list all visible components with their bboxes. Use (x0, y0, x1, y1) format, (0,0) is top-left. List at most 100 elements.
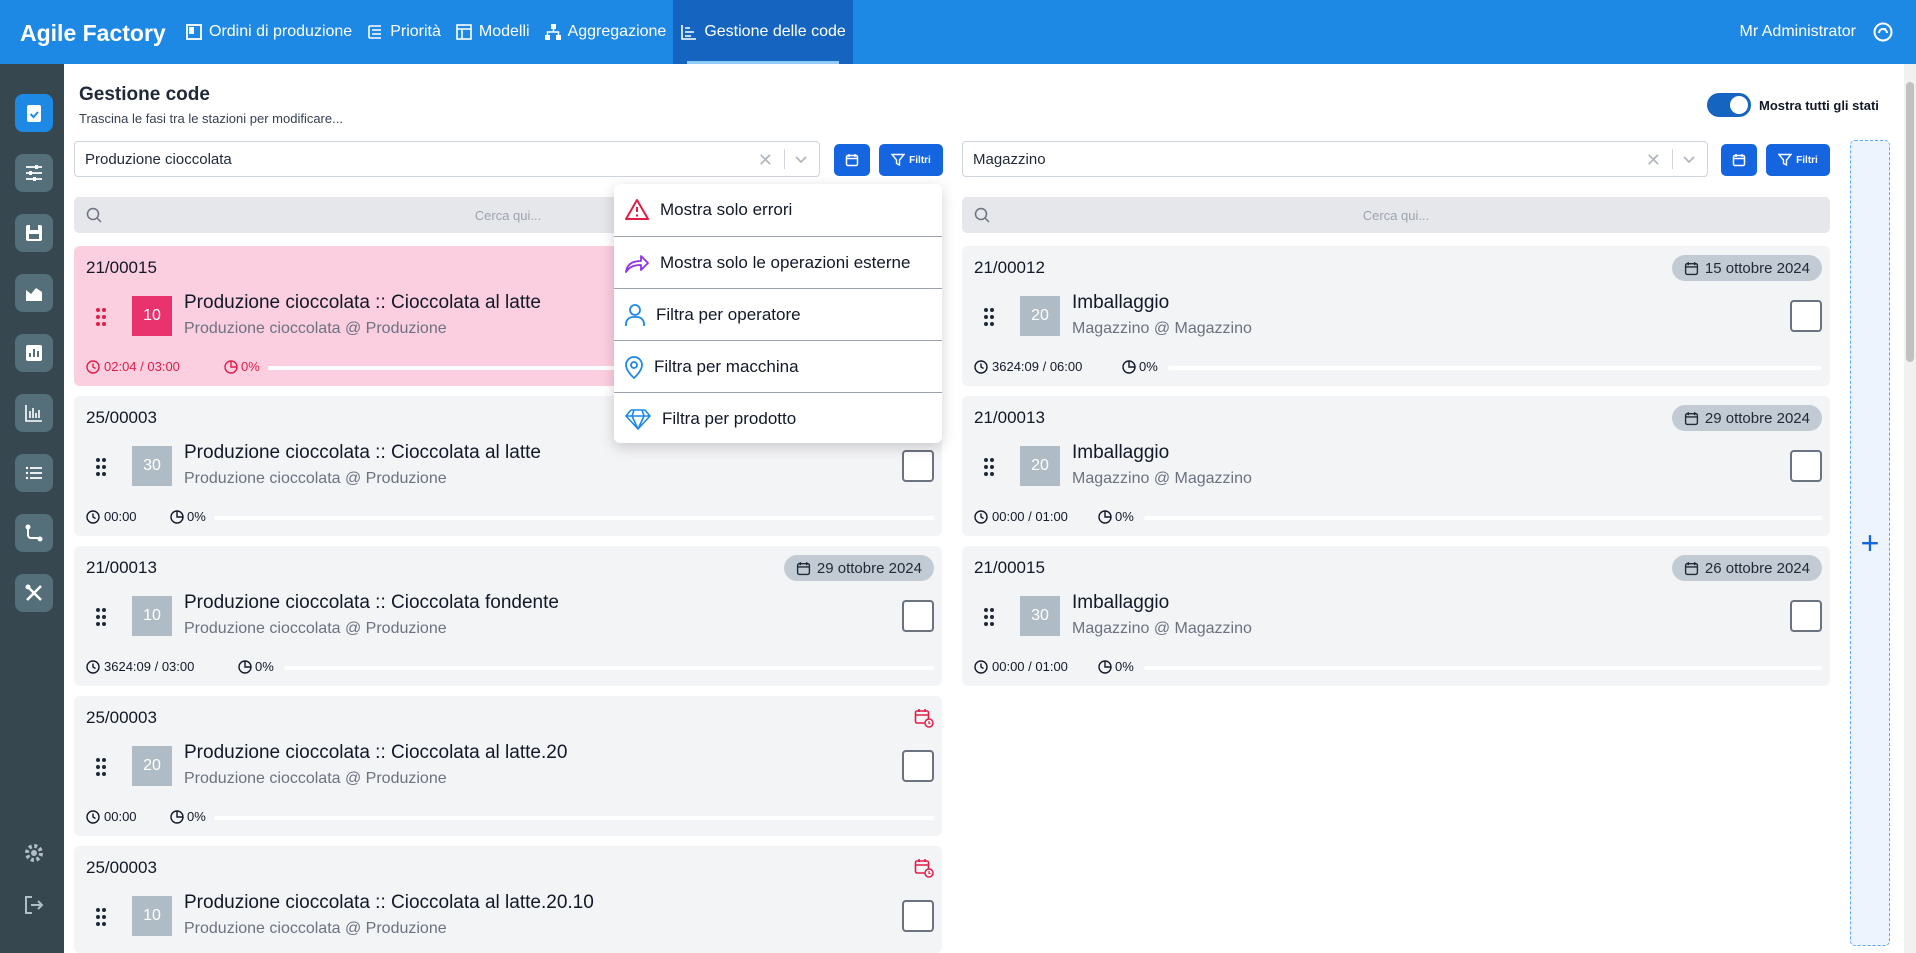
user-avatar-icon[interactable] (1872, 21, 1894, 43)
card-checkbox[interactable] (902, 450, 934, 482)
card-subtitle: Magazzino @ Magazzino (1072, 470, 1252, 487)
drag-handle-icon[interactable] (984, 307, 994, 327)
show-all-states-toggle[interactable] (1707, 93, 1751, 117)
right-station-select[interactable]: Magazzino ✕ (962, 141, 1708, 177)
sidebar-item-list[interactable] (15, 454, 53, 492)
gear-icon (25, 844, 43, 862)
drag-handle-icon[interactable] (96, 907, 106, 927)
clear-icon[interactable]: ✕ (758, 150, 773, 171)
nav-item-label: Aggregazione (567, 23, 667, 40)
filter-label: Mostra solo le operazioni esterne (660, 252, 911, 272)
sidebar-item-area-chart[interactable] (15, 274, 53, 312)
app-title[interactable]: Agile Factory (0, 0, 178, 64)
top-bar: Agile Factory Ordini di produzione Prior… (0, 0, 1916, 64)
diamond-icon (625, 408, 651, 430)
user-menu[interactable]: Mr Administrator (1740, 0, 1916, 64)
sidebar-item-routes[interactable] (15, 514, 53, 552)
card-time: 3624:09 / 06:00 (974, 359, 1082, 374)
card-checkbox[interactable] (902, 900, 934, 932)
nav-item-aggregazione[interactable]: Aggregazione (537, 0, 674, 64)
drag-handle-icon[interactable] (96, 457, 106, 477)
card-checkbox[interactable] (902, 750, 934, 782)
sidebar-item-storage[interactable] (15, 214, 53, 252)
sidebar-item-gear[interactable] (15, 834, 53, 872)
clipboard-check-icon (27, 105, 41, 122)
queue-card[interactable]: 25/00003 10 Produzione cioccolata :: Cio… (74, 846, 942, 953)
drag-handle-icon[interactable] (96, 607, 106, 627)
drag-handle-icon[interactable] (984, 607, 994, 627)
left-filters-button[interactable]: Filtri (879, 144, 943, 176)
pie-icon (1098, 659, 1112, 674)
calendar-warning-icon (914, 709, 934, 728)
scrollbar-thumb[interactable] (1906, 82, 1914, 362)
nav-item-label: Modelli (478, 23, 530, 40)
right-filters-button[interactable]: Filtri (1766, 144, 1830, 176)
phase-number-badge: 20 (132, 746, 172, 786)
drag-handle-icon[interactable] (96, 757, 106, 777)
filter-show-errors[interactable]: Mostra solo errori (614, 184, 942, 236)
nav-item-gestione-code[interactable]: Gestione delle code (673, 0, 853, 64)
date-badge: 26 ottobre 2024 (1671, 555, 1822, 581)
sidebar-item-line-chart[interactable] (15, 394, 53, 432)
chevron-down-icon[interactable] (793, 151, 809, 167)
sidebar (0, 64, 64, 953)
queue-card[interactable]: 21/00012 15 ottobre 2024 20 Imballaggio … (962, 246, 1830, 386)
card-progress-value: 0% (1139, 359, 1158, 374)
progress-bar (214, 816, 934, 820)
card-progress-value: 0% (255, 659, 274, 674)
nav-item-modelli[interactable]: Modelli (448, 0, 537, 64)
card-subtitle: Produzione cioccolata @ Produzione (184, 770, 447, 787)
pie-icon (224, 359, 238, 374)
filter-external-ops[interactable]: Mostra solo le operazioni esterne (614, 236, 942, 288)
card-checkbox[interactable] (1790, 450, 1822, 482)
card-progress: 0% (1098, 659, 1134, 674)
card-time-value: 00:00 / 01:00 (992, 659, 1068, 674)
filter-by-operator[interactable]: Filtra per operatore (614, 288, 942, 340)
card-code: 21/00013 (86, 558, 157, 577)
nav-item-ordini[interactable]: Ordini di produzione (178, 0, 359, 64)
calendar-icon (1684, 561, 1698, 575)
chevron-down-icon[interactable] (1681, 151, 1697, 167)
main-content: Gestione code Trascina le fasi tra le st… (64, 64, 1904, 953)
clear-icon[interactable]: ✕ (1646, 150, 1661, 171)
route-icon (25, 524, 43, 542)
card-title: Produzione cioccolata :: Cioccolata al l… (184, 442, 541, 463)
drag-handle-icon[interactable] (96, 307, 106, 327)
add-station-column[interactable]: + (1850, 140, 1890, 946)
page-scrollbar[interactable] (1904, 64, 1916, 953)
sidebar-item-logout[interactable] (15, 886, 53, 924)
card-title: Produzione cioccolata :: Cioccolata al l… (184, 892, 594, 913)
filter-by-product[interactable]: Filtra per prodotto (614, 392, 942, 444)
filter-label: Mostra solo errori (660, 200, 793, 219)
card-progress-value: 0% (1115, 659, 1134, 674)
left-station-value: Produzione cioccolata (85, 150, 232, 168)
card-progress: 0% (1122, 359, 1158, 374)
left-calendar-button[interactable] (834, 144, 870, 176)
card-checkbox[interactable] (1790, 600, 1822, 632)
queue-card[interactable]: 21/00013 29 ottobre 2024 20 Imballaggio … (962, 396, 1830, 536)
queue-card[interactable]: 21/00015 26 ottobre 2024 30 Imballaggio … (962, 546, 1830, 686)
queue-card[interactable]: 21/00013 29 ottobre 2024 10 Produzione c… (74, 546, 942, 686)
right-search-input[interactable]: Cerca qui... (962, 197, 1830, 233)
drag-handle-icon[interactable] (984, 457, 994, 477)
card-code: 21/00013 (974, 408, 1045, 427)
card-time-value: 02:04 / 03:00 (104, 359, 180, 374)
queue-card[interactable]: 25/00003 20 Produzione cioccolata :: Cio… (74, 696, 942, 836)
filter-by-machine[interactable]: Filtra per macchina (614, 340, 942, 392)
user-name[interactable]: Mr Administrator (1740, 23, 1856, 41)
sidebar-item-bar-chart[interactable] (15, 334, 53, 372)
card-checkbox[interactable] (902, 600, 934, 632)
queue-icon (681, 25, 697, 40)
right-calendar-button[interactable] (1721, 144, 1757, 176)
pie-icon (170, 809, 184, 824)
left-station-select[interactable]: Produzione cioccolata ✕ (74, 141, 820, 177)
card-checkbox[interactable] (1790, 300, 1822, 332)
right-station-value: Magazzino (973, 150, 1046, 168)
calendar-icon (1684, 261, 1698, 275)
nav-item-priorita[interactable]: Priorità (359, 0, 448, 64)
sidebar-item-settings[interactable] (15, 154, 53, 192)
phase-number-badge: 30 (132, 446, 172, 486)
sliders-icon (26, 165, 42, 181)
sidebar-item-tools[interactable] (15, 574, 53, 612)
sidebar-item-tasks[interactable] (15, 94, 53, 132)
